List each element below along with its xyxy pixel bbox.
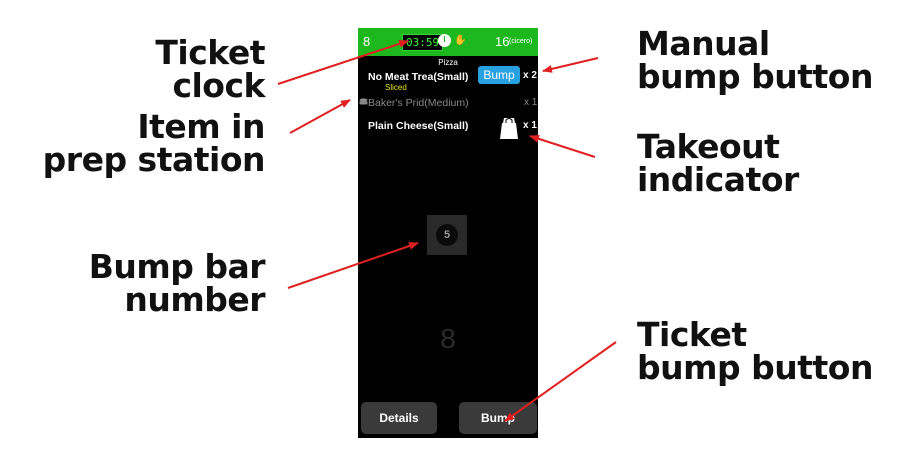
ticket-big-number: 8 [440,323,456,354]
item-name: No Meat Trea(Small) [368,71,469,83]
item-quantity: x 1 [523,120,537,131]
callout-line: Item in [137,107,265,146]
arrow-item-prep [289,99,351,134]
ticket-clock: 03:59 [402,34,444,51]
ticket-server: (cicero) [509,38,533,45]
ticket-number: 8 [363,34,371,49]
callout-bump-bar-number: Bump bar number [60,247,266,319]
item-modifier: Sliced [385,83,407,92]
prep-station-icon [359,98,368,105]
item-quantity: x 1 [524,97,538,108]
bump-bar-number-box: 5 [427,215,467,255]
callout-takeout-indicator: Takeout indicator [637,130,877,196]
details-button[interactable]: Details [361,402,437,434]
callout-line: Takeout [637,127,780,166]
callout-ticket-bump: Ticket bump button [637,318,877,384]
callout-line: Bump bar [88,247,266,286]
callout-line: indicator [637,160,799,199]
callout-line: Ticket [155,33,265,72]
callout-item-prep: Item in prep station [40,107,266,179]
ticket-header: 8 03:59 ✋ 16 (cicero) [358,28,538,56]
ticket-count: 16 [495,34,510,49]
ticket-bump-button[interactable]: Bump [459,402,537,434]
hand-icon: ✋ [454,35,467,46]
callout-line: bump button [637,348,873,387]
callout-line: prep station [42,140,266,179]
arrow-manual-bump [542,57,599,73]
manual-bump-button[interactable]: Bump [478,66,520,84]
callout-ticket-clock: Ticket clock [130,36,265,102]
bump-bar-number: 5 [436,224,458,246]
callout-line: Ticket [637,315,747,354]
item-quantity: x 2 [523,70,537,81]
item-name: Plain Cheese(Small) [368,120,469,132]
callout-manual-bump: Manual bump button [637,27,877,93]
callout-line: bump button [637,57,873,96]
callout-line: number [124,280,265,319]
takeout-bag-icon [500,118,518,139]
item-name: Baker's Prid(Medium) [368,97,469,109]
kitchen-ticket[interactable]: 8 03:59 ✋ 16 (cicero) Pizza No Meat Trea… [358,28,538,438]
clock-icon [438,34,451,47]
arrow-takeout [529,134,596,158]
callout-line: Manual [637,24,770,63]
callout-line: clock [172,66,265,105]
